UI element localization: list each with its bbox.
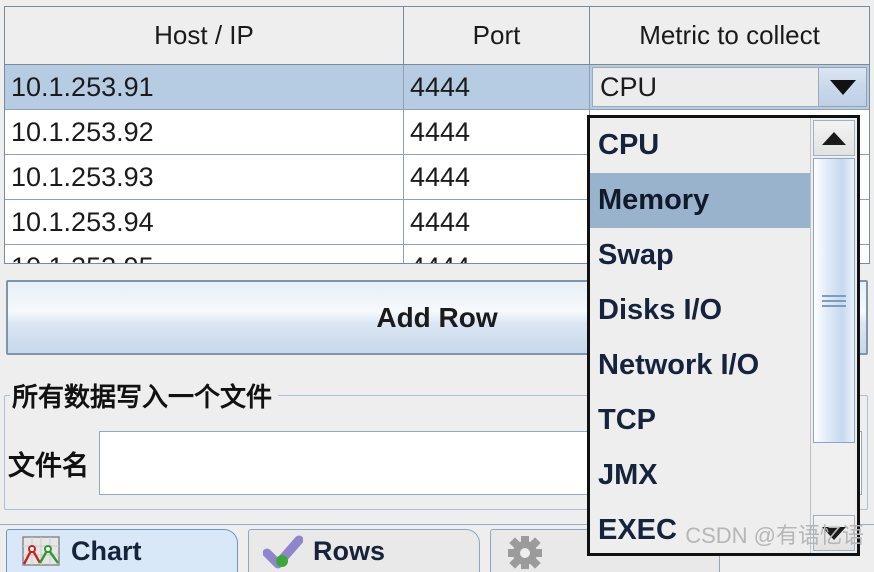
check-icon <box>262 535 304 569</box>
column-header-host[interactable]: Host / IP <box>5 7 404 64</box>
scrollbar-up-button[interactable] <box>813 120 855 156</box>
dropdown-item-exec[interactable]: EXEC <box>590 503 810 553</box>
column-header-metric[interactable]: Metric to collect <box>590 7 869 64</box>
dropdown-item-disks-io[interactable]: Disks I/O <box>590 283 810 338</box>
chevron-down-icon <box>829 79 856 95</box>
dropdown-item-jmx[interactable]: JMX <box>590 448 810 503</box>
metric-combobox[interactable]: CPU <box>590 65 869 109</box>
filename-label: 文件名 <box>8 450 89 481</box>
table-row[interactable]: 10.1.253.91 4444 CPU <box>5 65 869 110</box>
dropdown-item-cpu[interactable]: CPU <box>590 118 810 173</box>
dropdown-item-memory[interactable]: Memory <box>590 173 810 228</box>
dropdown-scrollbar[interactable] <box>810 118 857 553</box>
dropdown-item-swap[interactable]: Swap <box>590 228 810 283</box>
app-root: Host / IP Port Metric to collect 10.1.25… <box>0 0 874 572</box>
cell-port[interactable]: 4444 <box>404 110 590 154</box>
dropdown-item-network-io[interactable]: Network I/O <box>590 338 810 393</box>
gear-icon <box>505 535 545 570</box>
cell-host[interactable]: 10.1.253.93 <box>5 155 404 199</box>
panel-title: 所有数据写入一个文件 <box>10 382 279 412</box>
scrollbar-down-button[interactable] <box>813 515 855 551</box>
cell-host[interactable]: 10.1.253.91 <box>5 65 404 109</box>
tab-rows[interactable]: Rows <box>248 529 480 572</box>
cell-host[interactable]: 10.1.253.94 <box>5 200 404 244</box>
cell-port[interactable]: 4444 <box>404 245 590 263</box>
cell-port[interactable]: 4444 <box>404 200 590 244</box>
metric-dropdown-popup[interactable]: CPU Memory Swap Disks I/O Network I/O TC… <box>587 115 860 556</box>
metric-combobox-value[interactable]: CPU <box>592 67 819 107</box>
chart-icon <box>21 535 61 569</box>
cell-host[interactable]: 10.1.253.92 <box>5 110 404 154</box>
cell-metric[interactable]: CPU <box>590 65 869 109</box>
tab-chart-label: Chart <box>71 536 142 566</box>
cell-host[interactable]: 10.1.253.95 <box>5 245 404 263</box>
scrollbar-thumb[interactable] <box>813 158 855 443</box>
chevron-up-icon <box>822 131 846 145</box>
cell-port[interactable]: 4444 <box>404 65 590 109</box>
tab-rows-label: Rows <box>313 536 386 566</box>
metric-dropdown-list[interactable]: CPU Memory Swap Disks I/O Network I/O TC… <box>590 118 810 553</box>
grip-icon <box>822 292 846 310</box>
table-header-row: Host / IP Port Metric to collect <box>5 7 869 65</box>
column-header-port[interactable]: Port <box>404 7 590 64</box>
dropdown-item-tcp[interactable]: TCP <box>590 393 810 448</box>
chevron-down-icon <box>822 526 846 540</box>
tab-chart[interactable]: Chart <box>6 529 238 572</box>
cell-port[interactable]: 4444 <box>404 155 590 199</box>
metric-combobox-toggle[interactable] <box>819 67 867 107</box>
